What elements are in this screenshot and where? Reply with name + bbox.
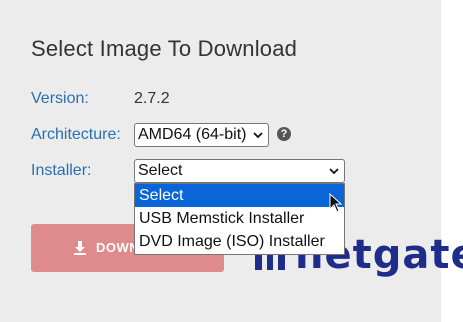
download-arrow-icon [74,241,86,255]
architecture-select-value: AMD64 (64-bit) [138,126,247,143]
question-circle-icon[interactable]: ? [277,127,291,141]
chevron-down-icon [329,168,339,175]
architecture-select[interactable]: AMD64 (64-bit) [134,123,269,147]
installer-dropdown-list[interactable]: Select USB Memstick Installer DVD Image … [134,183,345,255]
architecture-label: Architecture: [31,126,121,143]
mouse-pointer-icon [329,193,343,213]
version-label: Version: [31,90,89,107]
installer-option-select[interactable]: Select [135,184,344,207]
download-button-label: DOWN [96,240,140,255]
installer-label: Installer: [31,162,92,179]
installer-select-value: Select [138,162,183,179]
version-value: 2.7.2 [134,90,170,107]
installer-select[interactable]: Select [134,159,345,183]
chevron-down-icon [253,132,263,139]
page-title: Select Image To Download [31,36,298,61]
installer-option-dvd[interactable]: DVD Image (ISO) Installer [135,230,344,253]
installer-option-usb[interactable]: USB Memstick Installer [135,207,344,230]
